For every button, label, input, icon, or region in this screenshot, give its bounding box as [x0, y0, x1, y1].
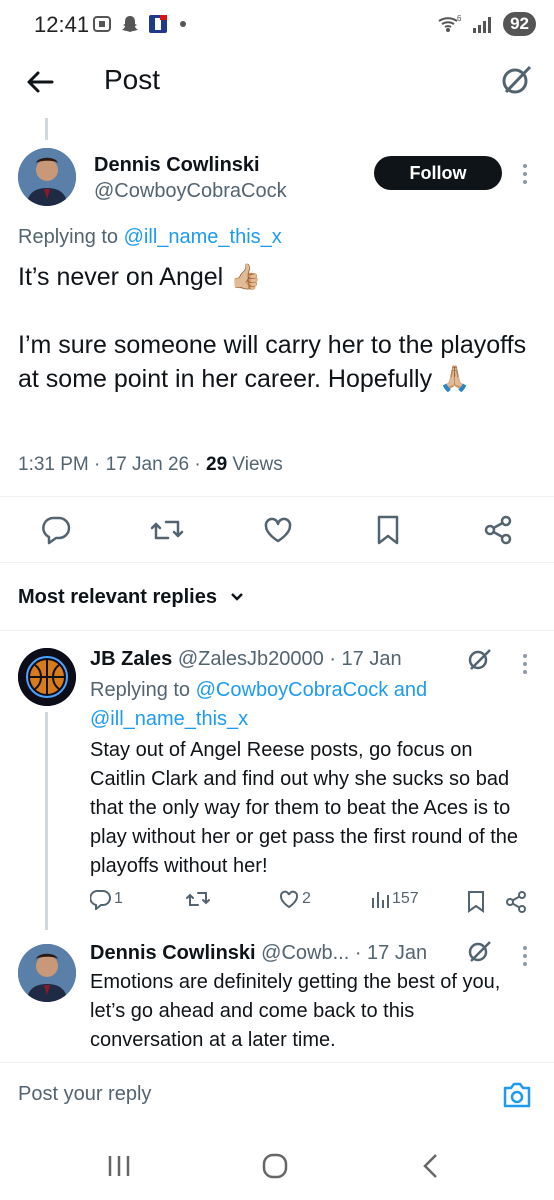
reply-icon[interactable] [40, 514, 72, 546]
reply-text: Stay out of Angel Reese posts, go focus … [90, 739, 519, 877]
grok-icon[interactable] [466, 938, 492, 964]
reply-item[interactable]: JB Zales @ZalesJb20000 · 17 Jan Replying… [0, 630, 554, 930]
recent-apps-icon[interactable] [104, 1152, 134, 1180]
wifi-label: 6 [457, 14, 462, 23]
signal-icon [473, 17, 492, 33]
reply-text: Emotions are definitely getting the best… [90, 971, 501, 1051]
views-icon [372, 892, 389, 908]
avatar-image [18, 648, 76, 706]
like-icon[interactable] [262, 514, 294, 546]
divider [0, 562, 554, 563]
views-label: Views [227, 454, 283, 475]
author-handle[interactable]: @CowboyCobraCock [94, 180, 287, 203]
share-icon[interactable] [504, 890, 528, 914]
reply-icon [90, 889, 111, 910]
bookmark-icon[interactable] [374, 514, 402, 546]
replying-to-label: Replying to [18, 226, 124, 248]
replies-sort-label: Most relevant replies [18, 586, 217, 608]
reply-composer: Post your reply [0, 1062, 554, 1132]
reply-count: 1 [114, 890, 123, 907]
avatar[interactable] [18, 648, 76, 706]
reply-author: JB Zales @ZalesJb20000 · 17 Jan [90, 648, 402, 671]
avatar-image [18, 148, 76, 206]
status-time: 12:41 [34, 12, 90, 37]
battery-indicator: 92 [503, 12, 536, 36]
post-meta: 1:31 PM · 17 Jan 26 · 29 Views [18, 454, 283, 476]
more-notifications-dot [180, 21, 186, 27]
status-bar: 12:41 6 92 [0, 0, 554, 52]
grok-icon[interactable] [498, 62, 534, 98]
post-actions [0, 510, 554, 550]
retweet-icon[interactable] [150, 514, 184, 546]
retweet-button[interactable] [186, 888, 212, 910]
app-header: Post [0, 52, 554, 112]
thread-connector [45, 712, 48, 930]
wifi-icon: 6 [438, 14, 462, 32]
post-text-line1: It’s never on Angel 👍🏼 [18, 263, 262, 291]
replying-to-label: Replying to [90, 679, 196, 701]
view-count: 157 [392, 890, 419, 907]
home-icon[interactable] [260, 1152, 290, 1180]
like-count: 2 [302, 890, 311, 907]
screenshot-icon [93, 16, 111, 32]
camera-icon[interactable] [502, 1081, 532, 1109]
more-icon[interactable] [522, 654, 528, 678]
post-text-line2: I’m sure someone will carry her to the p… [18, 331, 527, 393]
share-icon[interactable] [482, 514, 514, 546]
back-arrow-icon[interactable] [24, 66, 56, 98]
app-badge-icon [149, 15, 167, 33]
avatar[interactable] [18, 944, 76, 1002]
like-button[interactable]: 2 [278, 888, 311, 910]
reply-author: Dennis Cowlinski @Cowb... · 17 Jan [90, 942, 427, 965]
snapchat-icon [122, 16, 138, 32]
more-icon[interactable] [522, 164, 528, 188]
replies-sort-dropdown[interactable]: Most relevant replies [18, 586, 245, 609]
replying-to: Replying to @ill_name_this_x [18, 226, 282, 249]
reply-input[interactable]: Post your reply [18, 1083, 151, 1106]
reply-button[interactable]: 1 [90, 888, 123, 910]
grok-icon[interactable] [466, 646, 492, 672]
more-icon[interactable] [522, 946, 528, 970]
reply-author-handle[interactable]: @Cowb... · 17 Jan [261, 942, 427, 964]
replying-to-handle[interactable]: @ill_name_this_x [124, 226, 282, 248]
back-icon[interactable] [416, 1152, 446, 1180]
reply-actions: 1 2 157 [90, 888, 540, 918]
post-body: It’s never on Angel 👍🏼 I’m sure someone … [18, 260, 538, 396]
reply-item[interactable]: Dennis Cowlinski @Cowb... · 17 Jan Emoti… [0, 930, 554, 1060]
notification-icons [92, 14, 186, 34]
post-timestamp: 1:31 PM · 17 Jan 26 · [18, 454, 206, 475]
avatar[interactable] [18, 148, 76, 206]
reply-author-name[interactable]: JB Zales [90, 648, 172, 670]
chevron-down-icon [230, 593, 243, 601]
system-icons: 6 92 [437, 12, 536, 36]
like-icon [279, 890, 299, 909]
follow-button[interactable]: Follow [374, 156, 502, 190]
page-title: Post [104, 64, 161, 95]
reply-author-handle[interactable]: @ZalesJb20000 · 17 Jan [178, 648, 402, 670]
divider [0, 496, 554, 497]
thread-connector [45, 118, 48, 140]
views-count: 29 [206, 454, 228, 475]
bookmark-icon[interactable] [466, 890, 486, 914]
system-nav-bar [0, 1132, 554, 1200]
author-name[interactable]: Dennis Cowlinski [94, 154, 260, 177]
replying-to: Replying to @CowboyCobraCock and @ill_na… [90, 676, 520, 734]
avatar-image [18, 944, 76, 1002]
views-button[interactable]: 157 [370, 888, 419, 910]
retweet-icon [186, 892, 210, 906]
reply-author-name[interactable]: Dennis Cowlinski [90, 942, 256, 964]
